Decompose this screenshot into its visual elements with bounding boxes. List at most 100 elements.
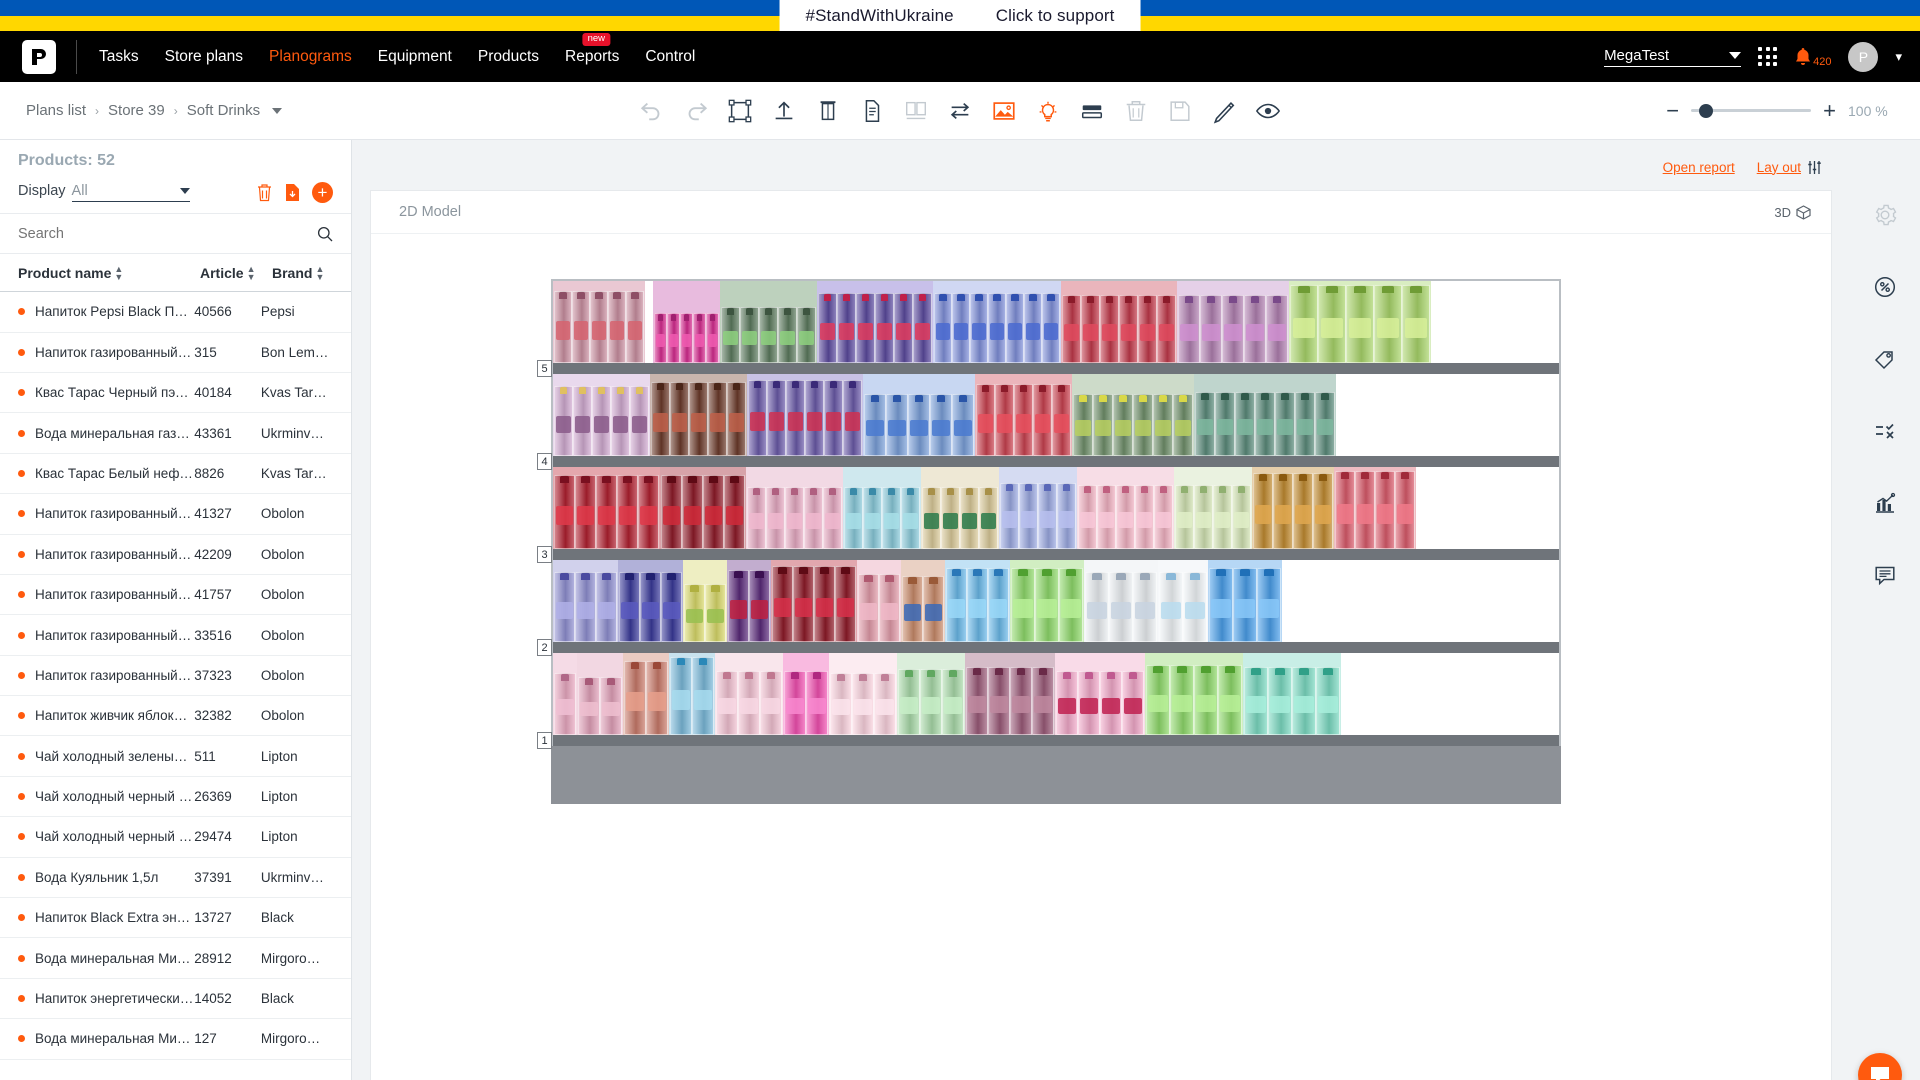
product-group[interactable] [965, 653, 1055, 735]
product-facing[interactable] [611, 386, 630, 456]
product-list[interactable]: Напиток Pepsi Black ПЭТ … 40566 Pepsi Напит… [0, 292, 351, 1080]
product-facing[interactable] [852, 673, 874, 735]
product-facing[interactable] [682, 475, 703, 549]
product-facing[interactable] [920, 669, 942, 735]
product-facing[interactable] [670, 382, 689, 456]
nav-item-planograms[interactable]: Planograms [269, 48, 352, 66]
product-facing[interactable] [767, 380, 786, 456]
product-facing[interactable] [1035, 568, 1059, 642]
product-facing[interactable] [740, 307, 759, 363]
shelf-products-row[interactable] [553, 653, 1559, 735]
product-facing[interactable] [1038, 483, 1057, 549]
table-row[interactable]: Напиток Pepsi Black ПЭТ … 40566 Pepsi [0, 292, 351, 333]
product-facing[interactable] [738, 671, 760, 735]
product-facing[interactable] [1293, 473, 1313, 549]
product-facing[interactable] [1078, 485, 1097, 549]
copy-document-icon[interactable] [857, 96, 887, 126]
product-facing[interactable] [1233, 568, 1257, 642]
product-facing[interactable] [1374, 285, 1402, 363]
product-facing[interactable] [1316, 667, 1340, 735]
product-facing[interactable] [1062, 295, 1081, 363]
table-row[interactable]: Напиток газированный … 41327 Obolon [0, 494, 351, 535]
product-facing[interactable] [1209, 568, 1233, 642]
product-facing[interactable] [1173, 394, 1193, 456]
product-group[interactable] [577, 653, 623, 735]
nav-item-reports[interactable]: Reports new [565, 32, 619, 66]
avatar[interactable]: P [1848, 41, 1879, 72]
product-facing[interactable] [1024, 293, 1042, 363]
open-report-link[interactable]: Open report [1663, 160, 1735, 175]
product-facing[interactable] [1232, 485, 1251, 549]
product-facing[interactable] [1244, 667, 1268, 735]
banner-center[interactable]: #StandWithUkraine Click to support [779, 0, 1141, 31]
product-facing[interactable] [703, 475, 724, 549]
product-group[interactable] [727, 560, 771, 642]
product-group[interactable] [553, 374, 650, 456]
breadcrumb-dropdown-icon[interactable] [272, 107, 283, 114]
product-facing[interactable] [1135, 485, 1154, 549]
product-group[interactable] [669, 653, 715, 735]
zoom-slider-handle[interactable] [1699, 103, 1714, 118]
table-row[interactable]: Вода минеральная Мирг… 28912 Mirgoro… [0, 938, 351, 979]
product-facing[interactable] [1052, 384, 1071, 456]
product-group[interactable] [857, 560, 901, 642]
product-facing[interactable] [1273, 473, 1293, 549]
lightbulb-icon[interactable] [1033, 96, 1063, 126]
product-group[interactable] [653, 281, 720, 363]
product-facing[interactable] [941, 487, 960, 549]
product-facing[interactable] [863, 487, 882, 549]
search-input[interactable] [18, 226, 288, 242]
product-facing[interactable] [976, 384, 995, 456]
product-group[interactable] [1010, 560, 1084, 642]
product-facing[interactable] [988, 667, 1010, 735]
shelf-products-row[interactable] [553, 560, 1559, 642]
add-product-button[interactable]: + [312, 182, 333, 203]
table-row[interactable]: Квас Тарас Белый нефил… 8826 Kvas Tar… [0, 454, 351, 495]
product-facing[interactable] [864, 394, 886, 456]
product-facing[interactable] [1346, 285, 1374, 363]
table-row[interactable]: Чай холодный черный Li… 26369 Lipton [0, 777, 351, 818]
planogram-rack[interactable]: 5 4 3 2 1 [537, 279, 1561, 804]
product-group[interactable] [1289, 281, 1431, 363]
product-facing[interactable] [1266, 295, 1288, 363]
product-facing[interactable] [988, 568, 1009, 642]
product-facing[interactable] [1200, 295, 1222, 363]
product-group[interactable] [817, 281, 933, 363]
product-facing[interactable] [1292, 667, 1316, 735]
product-facing[interactable] [856, 293, 875, 363]
product-group[interactable] [645, 281, 653, 363]
product-facing[interactable] [1010, 667, 1032, 735]
product-facing[interactable] [1138, 295, 1157, 363]
ukraine-support-banner[interactable]: #StandWithUkraine Click to support [0, 0, 1920, 31]
product-group[interactable] [1077, 467, 1174, 549]
product-facing[interactable] [1033, 384, 1052, 456]
product-facing[interactable] [934, 293, 952, 363]
product-group[interactable] [1174, 467, 1252, 549]
product-facing[interactable] [759, 307, 778, 363]
nav-item-tasks[interactable]: Tasks [99, 48, 139, 66]
breadcrumb-item-1[interactable]: Store 39 [108, 102, 165, 119]
product-facing[interactable] [908, 394, 930, 456]
product-facing[interactable] [922, 487, 941, 549]
display-filter-select[interactable]: All [71, 183, 190, 202]
product-facing[interactable] [1235, 392, 1255, 456]
organization-selector[interactable]: MegaTest [1604, 47, 1742, 67]
product-facing[interactable] [554, 572, 575, 642]
product-group[interactable] [933, 281, 1061, 363]
product-facing[interactable] [640, 572, 661, 642]
product-facing[interactable] [638, 475, 659, 549]
product-facing[interactable] [667, 313, 680, 363]
product-group[interactable] [1061, 281, 1177, 363]
product-group[interactable] [901, 560, 945, 642]
nav-item-control[interactable]: Control [645, 48, 695, 66]
pencil-icon[interactable] [1209, 96, 1239, 126]
product-group[interactable] [783, 653, 829, 735]
product-facing[interactable] [706, 313, 719, 363]
product-facing[interactable] [1059, 568, 1083, 642]
table-row[interactable]: Чай холодный черный с … 29474 Lipton [0, 817, 351, 858]
product-facing[interactable] [1146, 665, 1170, 735]
product-facing[interactable] [1032, 667, 1054, 735]
product-facing[interactable] [1078, 671, 1100, 735]
product-group[interactable] [623, 653, 669, 735]
product-group[interactable] [897, 653, 965, 735]
